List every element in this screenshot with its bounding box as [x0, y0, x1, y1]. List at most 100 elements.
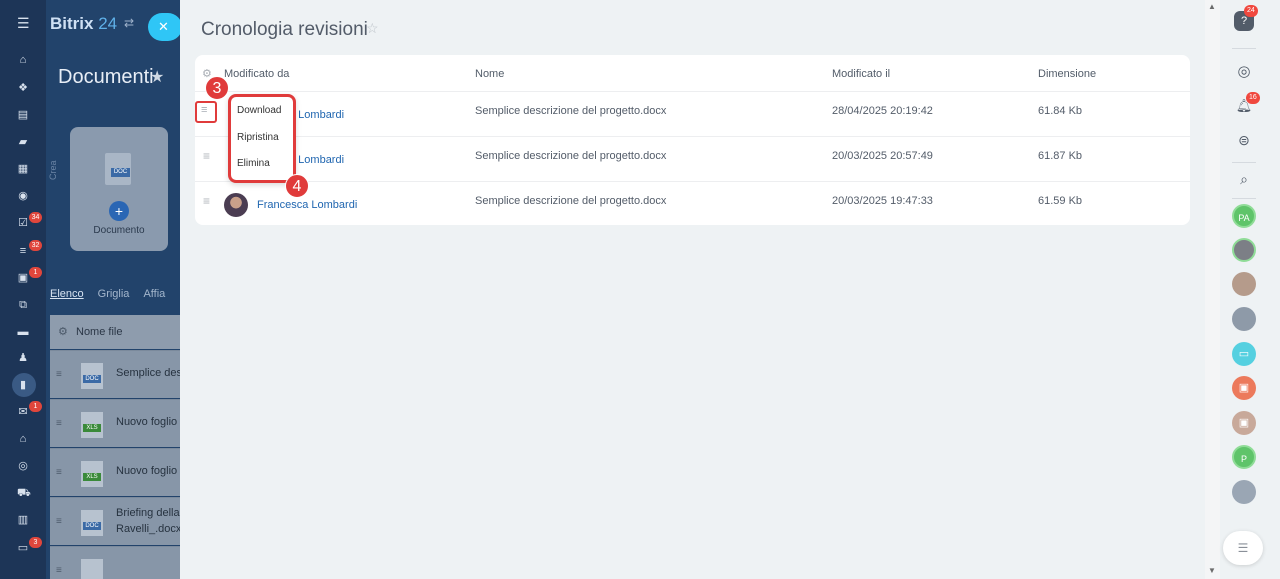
- menu-icon[interactable]: ☰: [17, 16, 30, 30]
- user-link[interactable]: Francesca Lombardi: [257, 199, 357, 211]
- menu-item-download[interactable]: Download: [237, 105, 281, 116]
- list-menu-button[interactable]: ☰: [1223, 531, 1263, 565]
- avatar[interactable]: [224, 193, 248, 217]
- feed-icon[interactable]: ❖: [17, 82, 29, 94]
- tab-tiles[interactable]: Affia: [143, 288, 165, 300]
- close-slider-button[interactable]: ✕: [148, 13, 180, 41]
- documents-icon[interactable]: ▮: [17, 379, 29, 391]
- create-document-label: Documento: [93, 225, 145, 236]
- left-navigation-bar: ☰ ⌂ ❖ ▤ ▰ ▦ ◉ ☑ 34 ≡ 32 ▣ 1 ⧉ ▬ ♟ ▮ ✉ 1 …: [0, 0, 46, 579]
- avatar[interactable]: P: [1232, 445, 1256, 469]
- avatar[interactable]: [1232, 480, 1256, 504]
- chat-icon[interactable]: ▰: [17, 136, 29, 148]
- favorite-star-icon[interactable]: ☆: [366, 20, 379, 37]
- avatar[interactable]: PA: [1232, 204, 1256, 228]
- row-menu-icon[interactable]: ≡: [203, 195, 214, 207]
- divider: [1232, 162, 1256, 163]
- crm-icon[interactable]: ≡: [17, 245, 29, 257]
- workflow-icon[interactable]: ⧉: [17, 299, 29, 311]
- checklist-icon[interactable]: ☑: [17, 217, 29, 229]
- file-name: Semplice descrizione del progetto.docx: [475, 150, 667, 162]
- contacts-badge: 1: [29, 267, 42, 278]
- modified-date: 28/04/2025 20:19:42: [832, 105, 933, 117]
- mail-icon[interactable]: ✉: [17, 406, 29, 418]
- table-row[interactable]: a Lombardi Semplice descrizione del prog…: [195, 91, 1190, 136]
- avatar[interactable]: [1232, 238, 1256, 262]
- box-icon[interactable]: ▭: [17, 542, 29, 554]
- search-icon[interactable]: ⌕: [1232, 167, 1256, 191]
- file-name: Semplice descrizione del progetto.docx: [475, 105, 667, 117]
- store-icon[interactable]: ⌂: [17, 433, 29, 445]
- mail-badge: 1: [29, 401, 42, 412]
- cart-icon[interactable]: ⛟: [17, 487, 31, 499]
- column-modified-by[interactable]: Modificato da: [224, 68, 289, 80]
- column-name[interactable]: Nome: [475, 68, 504, 80]
- target-icon[interactable]: ◎: [17, 460, 29, 472]
- tab-list[interactable]: Elenco: [50, 288, 84, 300]
- page-title: Cronologia revisioni: [201, 19, 368, 40]
- menu-item-delete[interactable]: Elimina: [237, 158, 270, 169]
- user-link[interactable]: a Lombardi: [289, 154, 344, 166]
- copilot-icon[interactable]: ◎: [1232, 60, 1256, 84]
- shop-icon[interactable]: ▬: [17, 326, 29, 338]
- file-size: 61.59 Kb: [1038, 195, 1083, 207]
- contact-card-icon[interactable]: ▣: [1232, 411, 1256, 435]
- swap-icon[interactable]: ⇄: [124, 16, 134, 30]
- divider: [1232, 198, 1256, 199]
- employees-icon[interactable]: ♟: [17, 352, 29, 364]
- contacts-icon[interactable]: ▣: [17, 272, 29, 284]
- crm-badge: 32: [29, 240, 42, 251]
- modified-date: 20/03/2025 20:57:49: [832, 150, 933, 162]
- plus-icon: +: [109, 201, 129, 221]
- revisions-table: ⚙ Modificato da Nome Modificato il Dimen…: [195, 55, 1190, 225]
- column-modified-at[interactable]: Modificato il: [832, 68, 890, 80]
- row-menu-button-highlighted[interactable]: ≡: [195, 101, 217, 123]
- tasks-badge: 34: [29, 212, 42, 223]
- column-size[interactable]: Dimensione: [1038, 68, 1096, 80]
- avatar[interactable]: [1232, 272, 1256, 296]
- create-label: Crea: [48, 160, 58, 180]
- table-row[interactable]: ≡ XLS Nuovo foglio: [50, 448, 180, 496]
- create-document-card[interactable]: DOC + Documento: [70, 127, 168, 251]
- file-size: 61.87 Kb: [1038, 150, 1083, 162]
- avatar[interactable]: [1232, 307, 1256, 331]
- settings-gear-icon: ⚙: [58, 326, 68, 338]
- table-row[interactable]: ≡ DOC Briefing della Ravelli_.docx: [50, 497, 180, 545]
- user-link[interactable]: a Lombardi: [289, 109, 344, 121]
- menu-item-restore[interactable]: Ripristina: [237, 132, 279, 143]
- notifications-badge: 16: [1246, 92, 1260, 104]
- divider: [1232, 48, 1256, 49]
- messages-icon[interactable]: ⊜: [1232, 128, 1256, 152]
- revision-history-panel: Cronologia revisioni ☆ ⚙ Modificato da N…: [180, 0, 1205, 579]
- table-row[interactable]: ≡DOCSemplice desc: [50, 350, 180, 398]
- hamburger-icon: ≡: [201, 104, 208, 116]
- table-row[interactable]: ≡ XLS Nuovo foglio: [50, 399, 180, 447]
- row-context-menu: Download Ripristina Elimina: [228, 94, 296, 183]
- right-sidebar: ? 24 ◎ 🔔︎ 16 ⊜ ⌕ PA ▭ ▣ ▣ P ☰: [1220, 0, 1280, 579]
- home-icon[interactable]: ⌂: [17, 54, 29, 66]
- contact-card-icon[interactable]: ▣: [1232, 376, 1256, 400]
- column-file-name: Nome file: [76, 326, 123, 338]
- tab-grid[interactable]: Griglia: [98, 288, 130, 300]
- chat-group-icon[interactable]: ▭: [1232, 342, 1256, 366]
- view-tabs: Elenco Griglia Affia: [50, 288, 179, 300]
- table-row[interactable]: ≡ a Lombardi Semplice descrizione del pr…: [195, 136, 1190, 181]
- table-row[interactable]: ≡: [50, 546, 180, 579]
- row-menu-icon[interactable]: ≡: [203, 150, 214, 162]
- drive-icon[interactable]: ◉: [17, 190, 29, 202]
- analytics-icon[interactable]: ▥: [17, 514, 29, 526]
- doc-file-icon: DOC: [105, 153, 131, 185]
- step-marker: 4: [285, 174, 309, 198]
- file-size: 61.84 Kb: [1038, 105, 1083, 117]
- vertical-scrollbar[interactable]: ▲ ▼: [1205, 0, 1220, 579]
- scroll-up-icon[interactable]: ▲: [1208, 2, 1216, 11]
- table-row[interactable]: ≡ Francesca Lombardi Semplice descrizion…: [195, 181, 1190, 226]
- background-documents-page: Bitrix 24 ⇄ ✕ Documenti ★ Crea DOC + Doc…: [46, 0, 180, 579]
- modified-date: 20/03/2025 19:47:33: [832, 195, 933, 207]
- box-badge: 3: [29, 537, 42, 548]
- calendar-icon[interactable]: ▦: [17, 163, 29, 175]
- favorite-star-icon[interactable]: ★: [150, 67, 164, 87]
- step-marker: 3: [205, 76, 229, 100]
- scroll-down-icon[interactable]: ▼: [1208, 566, 1216, 575]
- tasks-icon[interactable]: ▤: [17, 109, 29, 121]
